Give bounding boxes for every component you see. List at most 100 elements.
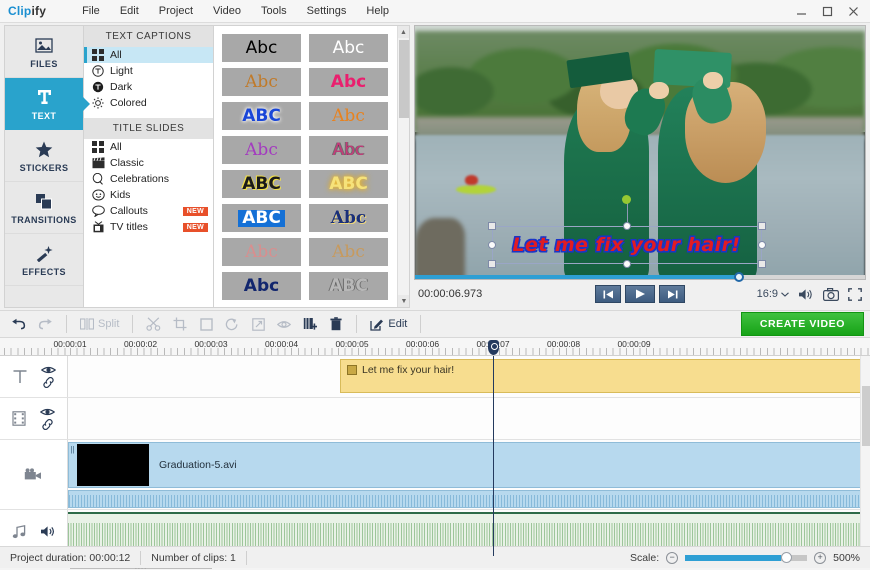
undo-button[interactable] [6,313,31,335]
aspect-ratio-dropdown[interactable]: 16:9 [757,288,789,300]
play-button[interactable] [625,285,655,303]
category-title-classic[interactable]: Classic [84,155,213,171]
preset-cell[interactable]: Abc [309,204,388,232]
title-overlay-selection[interactable]: Let me fix your hair! [487,194,766,268]
playhead[interactable] [488,340,499,556]
next-frame-button[interactable] [659,285,685,303]
timeline-vertical-scrollbar[interactable] [860,356,870,556]
video-clip[interactable]: || Graduation-5.avi [68,442,870,488]
resize-handle-r[interactable] [757,240,766,249]
menu-item-project[interactable]: Project [149,3,203,19]
fullscreen-icon[interactable] [848,287,862,301]
eye-icon[interactable] [40,365,56,375]
create-video-button[interactable]: CREATE VIDEO [740,312,864,336]
scale-slider[interactable] [685,551,808,563]
stabilize-button[interactable] [194,313,218,335]
maximize-icon[interactable] [814,2,840,22]
minimize-icon[interactable] [788,2,814,22]
cut-button[interactable] [141,313,166,335]
pan-zoom-button[interactable] [246,313,270,335]
edit-button[interactable]: Edit [365,313,412,335]
sidebar-item-files[interactable]: FILES [5,26,83,78]
track-toggles-sticker[interactable] [40,407,55,430]
preset-cell[interactable]: Abc [222,238,301,266]
menu-item-settings[interactable]: Settings [297,3,357,19]
resize-handle-l[interactable] [487,240,496,249]
rotate-button[interactable] [220,313,244,335]
delete-button[interactable] [324,313,348,335]
title-clip[interactable]: Let me fix your hair! [340,359,870,393]
category-title-kids[interactable]: Kids [84,187,213,203]
resize-handle-bl[interactable] [487,259,496,268]
preset-scrollbar[interactable]: ▲ ▼ [397,26,409,307]
track-toggles-text[interactable] [40,365,56,388]
menu-item-video[interactable]: Video [203,3,251,19]
resize-handle-br[interactable] [757,259,766,268]
zoom-in-button[interactable]: + [814,551,827,564]
category-text-all[interactable]: All [84,47,213,63]
sidebar-item-stickers[interactable]: STICKERS [5,130,83,182]
redo-button[interactable] [33,313,58,335]
sidebar-item-effects[interactable]: EFFECTS [5,234,83,286]
preset-cell[interactable]: Abc [222,272,301,300]
category-text-colored[interactable]: Colored [84,95,213,111]
scale-slider-handle[interactable] [781,551,793,563]
preset-cell[interactable]: ABC [309,272,388,300]
sidebar-item-text[interactable]: TEXT [5,78,83,130]
speaker-toggle[interactable] [40,525,56,538]
track-body-text[interactable]: Let me fix your hair! [68,356,870,397]
volume-icon[interactable] [798,288,814,301]
scroll-down-icon[interactable]: ▼ [398,295,409,307]
snapshot-icon[interactable] [823,287,839,301]
preset-cell[interactable]: ABC [309,170,388,198]
category-title-celebrations[interactable]: Celebrations [84,171,213,187]
category-text-light[interactable]: Light [84,63,213,79]
scrollbar-thumb[interactable] [399,40,409,118]
link-icon[interactable] [42,377,55,388]
menu-item-edit[interactable]: Edit [110,3,149,19]
speaker-icon[interactable] [40,525,56,538]
menu-item-help[interactable]: Help [356,3,399,19]
timeline-ruler[interactable]: 00:00:01 00:00:02 00:00:03 00:00:04 00:00:05… [0,338,870,356]
category-text-dark[interactable]: Dark [84,79,213,95]
zoom-out-button[interactable]: − [666,551,679,564]
resize-handle-b[interactable] [622,259,631,268]
preset-cell[interactable]: ABC [222,170,301,198]
playhead-handle[interactable] [488,340,499,355]
link-icon[interactable] [41,419,54,430]
track-body-video[interactable]: || Graduation-5.avi [68,440,870,509]
preset-cell[interactable]: Abc [309,34,388,62]
video-preview[interactable]: Let me fix your hair! [414,25,866,280]
preset-cell[interactable]: ABC [222,102,301,130]
category-title-tv-titles[interactable]: TV titles NEW [84,219,213,235]
category-title-all[interactable]: All [84,139,213,155]
scroll-up-icon[interactable]: ▲ [398,26,409,38]
track-body-sticker[interactable] [68,398,870,439]
menu-item-tools[interactable]: Tools [251,3,297,19]
category-title-callouts[interactable]: Callouts NEW [84,203,213,219]
preset-cell[interactable]: ABC [222,204,301,232]
previous-frame-button[interactable] [595,285,621,303]
preset-cell[interactable]: Abc [309,238,388,266]
preset-cell[interactable]: Abc [309,68,388,96]
rotate-handle[interactable] [622,194,631,204]
video-audio-lane[interactable] [68,490,870,508]
preset-cell[interactable]: Abc [222,68,301,96]
preset-cell[interactable]: Abc [222,34,301,62]
preset-cell[interactable]: Abc [309,102,388,130]
chroma-key-button[interactable] [272,313,296,335]
preset-cell[interactable]: Abc [222,136,301,164]
scrub-bar[interactable] [415,272,865,282]
clip-grip[interactable]: || [69,443,76,487]
resize-handle-tr[interactable] [757,221,766,230]
sidebar-item-transitions[interactable]: TRANSITIONS [5,182,83,234]
menu-item-file[interactable]: File [72,3,110,19]
crop-button[interactable] [168,313,192,335]
scrub-handle[interactable] [734,272,744,282]
scrollbar-thumb[interactable] [862,386,870,446]
split-button[interactable]: Split [75,313,124,335]
resize-handle-t[interactable] [622,221,631,230]
close-icon[interactable] [840,2,866,22]
preset-cell[interactable]: Abc [309,136,388,164]
eye-icon[interactable] [40,407,55,417]
